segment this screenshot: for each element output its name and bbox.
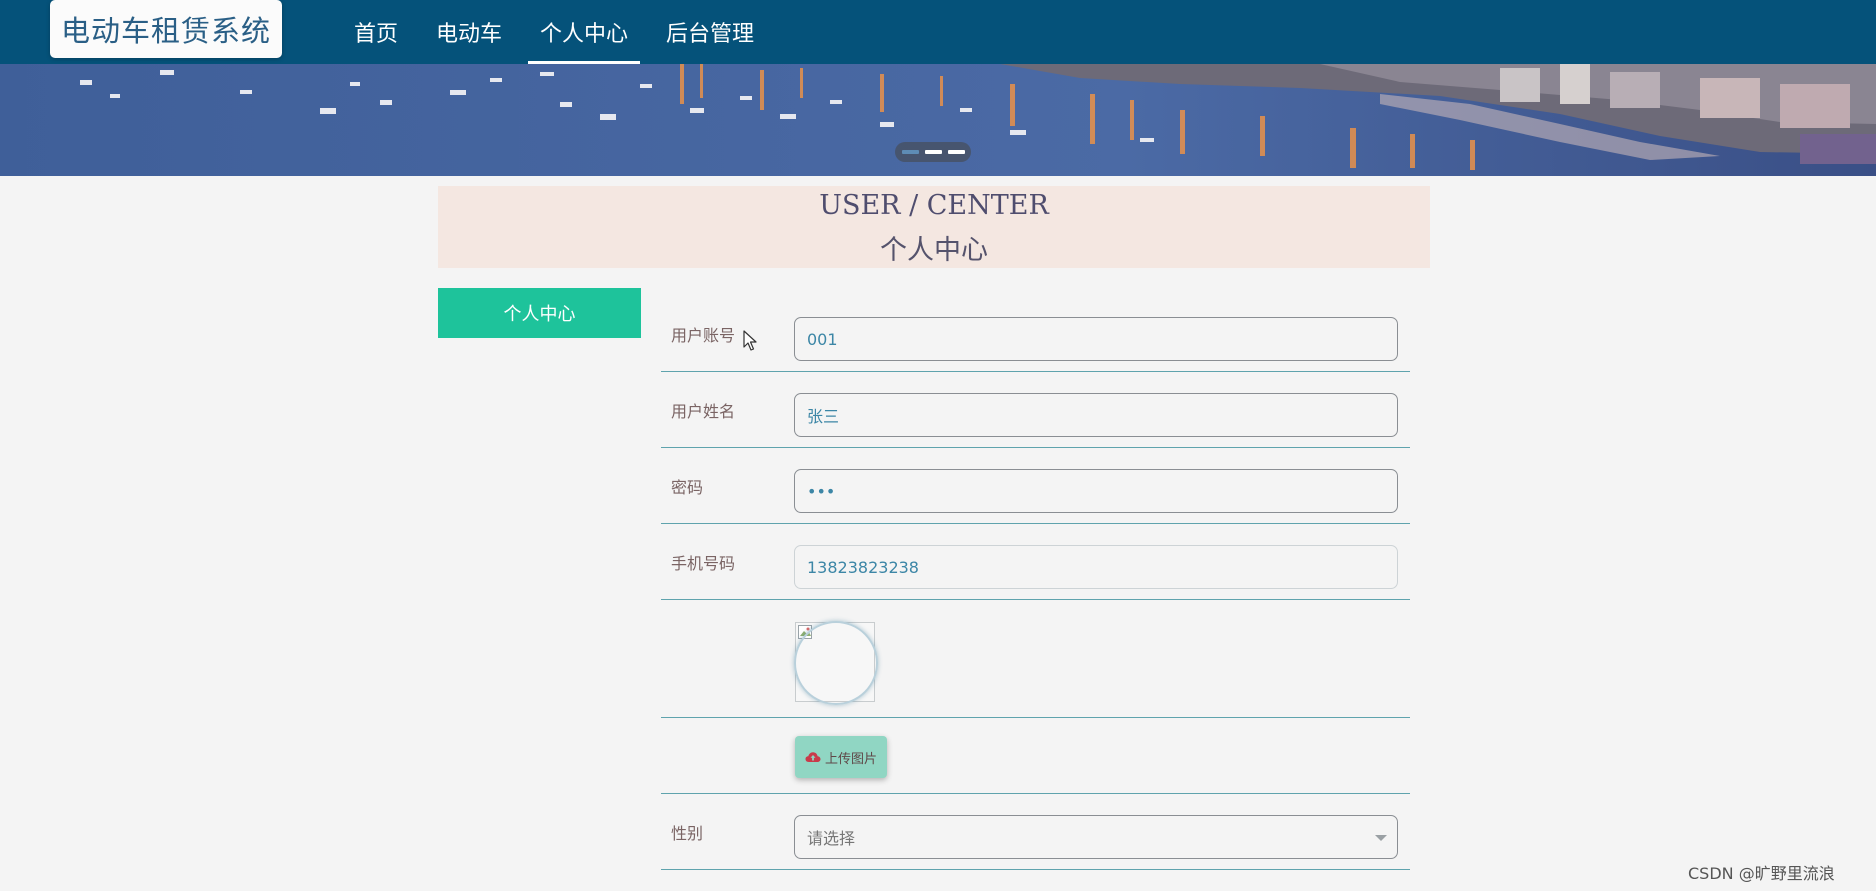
carousel-dot-3[interactable] [947, 150, 965, 154]
name-label: 用户姓名 [671, 401, 736, 421]
account-input[interactable]: 001 [794, 317, 1398, 361]
upload-image-button[interactable]: 上传图片 [795, 736, 887, 778]
account-row: 用户账号 001 [661, 296, 1410, 372]
name-input[interactable]: 张三 [794, 393, 1398, 437]
mouse-cursor-icon [743, 330, 757, 351]
main-nav: 首页 电动车 个人中心 后台管理 [336, 0, 774, 64]
name-row: 用户姓名 张三 [661, 372, 1410, 448]
hero-banner [0, 64, 1876, 176]
avatar-image[interactable] [794, 621, 878, 705]
section-header: USER / CENTER 个人中心 [438, 186, 1430, 268]
nav-user-center[interactable]: 个人中心 [522, 0, 646, 64]
avatar-row [661, 600, 1410, 718]
gender-select-placeholder: 请选择 [807, 829, 856, 848]
phone-input[interactable]: 13823823238 [794, 545, 1398, 589]
carousel-dot-2[interactable] [924, 150, 942, 154]
sidebar-item-user-center[interactable]: 个人中心 [438, 288, 641, 338]
cloud-upload-icon [805, 752, 821, 762]
carousel-indicators [895, 142, 971, 162]
phone-label: 手机号码 [671, 553, 736, 573]
top-navbar: 电动车租赁系统 首页 电动车 个人中心 后台管理 [0, 0, 1876, 64]
password-input[interactable]: ••• [794, 469, 1398, 513]
gender-row: 性别 请选择 [661, 794, 1410, 870]
password-row: 密码 ••• [661, 448, 1410, 524]
user-profile-form: 用户账号 001 用户姓名 张三 密码 ••• 手机号码 13823823238 [661, 296, 1410, 870]
upload-button-label: 上传图片 [824, 751, 877, 767]
csdn-watermark: CSDN @旷野里流浪 [1688, 864, 1835, 883]
phone-row: 手机号码 13823823238 [661, 524, 1410, 600]
gender-label: 性别 [671, 823, 704, 843]
password-label: 密码 [671, 477, 704, 497]
account-label: 用户账号 [671, 325, 736, 345]
section-title-zh: 个人中心 [880, 235, 988, 266]
site-brand[interactable]: 电动车租赁系统 [50, 0, 282, 58]
nav-home[interactable]: 首页 [336, 0, 416, 64]
avatar-circle-frame [794, 621, 878, 705]
nav-ebike[interactable]: 电动车 [418, 0, 520, 64]
upload-row: 上传图片 [661, 718, 1410, 794]
chevron-down-icon [1375, 835, 1387, 841]
nav-admin[interactable]: 后台管理 [648, 0, 772, 64]
section-title-en: USER / CENTER [819, 190, 1049, 221]
gender-select[interactable]: 请选择 [794, 815, 1398, 859]
carousel-dot-1[interactable] [901, 150, 919, 154]
